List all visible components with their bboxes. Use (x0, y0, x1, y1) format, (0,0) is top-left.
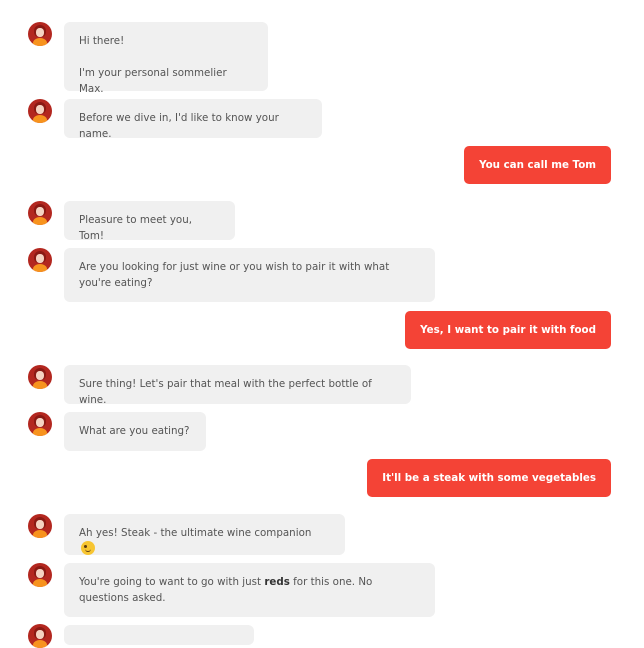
bot-avatar (28, 412, 52, 436)
bot-avatar (28, 248, 52, 272)
bot-message: Ah yes! Steak - the ultimate wine compan… (64, 514, 345, 555)
bot-message: Are you looking for just wine or you wis… (64, 248, 435, 302)
message-text: Sure thing! Let's pair that meal with th… (79, 378, 372, 406)
message-text: Ah yes! Steak - the ultimate wine compan… (79, 527, 312, 539)
message-text: Hi there! (79, 35, 125, 47)
message-text: Are you looking for just wine or you wis… (79, 261, 390, 289)
bot-message: You're going to want to go with just red… (64, 563, 435, 617)
user-message: You can call me Tom (464, 146, 611, 184)
bot-message: Hi there! I'm your personal sommelier Ma… (64, 22, 268, 95)
user-message: It'll be a steak with some vegetables (367, 459, 611, 497)
bot-avatar (28, 201, 52, 225)
bot-avatar (28, 99, 52, 123)
bot-message: Sure thing! Let's pair that meal with th… (64, 365, 411, 406)
bot-message: What are you eating? (64, 412, 206, 451)
message-bold-text: reds (264, 576, 290, 588)
message-text: You're going to want to go with just (79, 576, 265, 588)
bot-avatar (28, 365, 52, 389)
message-text: What are you eating? (79, 425, 190, 437)
message-text: You can call me Tom (479, 159, 596, 171)
message-text: It'll be a steak with some vegetables (382, 472, 596, 484)
message-text: Pleasure to meet you, Tom! (79, 214, 193, 242)
user-message: Yes, I want to pair it with food (405, 311, 611, 349)
message-text: I'm your personal sommelier Max. (79, 67, 227, 95)
bot-avatar (28, 22, 52, 46)
winking-face-icon (81, 541, 95, 555)
message-text: Before we dive in, I'd like to know your… (79, 112, 279, 140)
bot-message: Before we dive in, I'd like to know your… (64, 99, 322, 140)
bot-avatar (28, 514, 52, 538)
bot-avatar (28, 563, 52, 587)
message-text: Yes, I want to pair it with food (420, 324, 596, 336)
bot-message: Pleasure to meet you, Tom! (64, 201, 235, 242)
bot-message-partial (64, 625, 254, 645)
